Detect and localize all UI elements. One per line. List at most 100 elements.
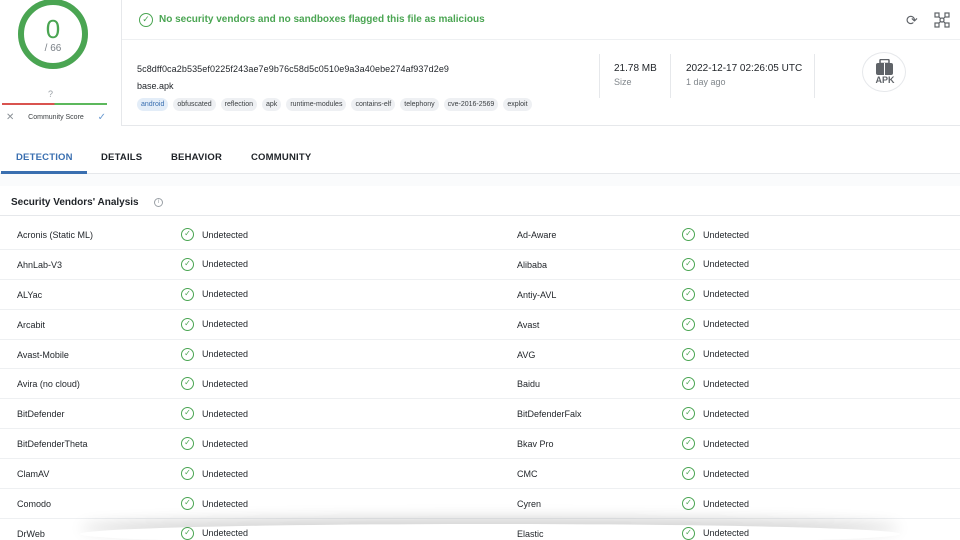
- check-circle-icon: ✓: [181, 317, 194, 331]
- check-circle-icon: ✓: [682, 317, 695, 331]
- vendor-result-text: Undetected: [202, 408, 249, 419]
- file-tags: android obfuscated reflection apk runtim…: [137, 98, 532, 111]
- check-circle-icon: ✓: [139, 13, 153, 27]
- info-icon[interactable]: i: [154, 198, 163, 207]
- tag[interactable]: runtime-modules: [286, 98, 347, 111]
- table-row: Avira (no cloud) ✓ Undetected Baidu ✓ Unde…: [0, 369, 960, 400]
- scroll-shadow: [80, 524, 900, 540]
- vendor-result: ✓ Undetected: [181, 377, 248, 391]
- verdict-text: No security vendors and no sandboxes fla…: [159, 14, 485, 25]
- vendor-name: Acronis (Static ML): [17, 230, 94, 240]
- vendor-name: Bkav Pro: [517, 439, 554, 450]
- check-circle-icon: ✓: [181, 377, 194, 391]
- tag[interactable]: apk: [262, 98, 282, 111]
- section-spacer: [0, 174, 960, 186]
- check-circle-icon: ✓: [682, 287, 695, 301]
- vendor-table: Acronis (Static ML) ✓ Undetected Ad-Aware…: [0, 220, 960, 540]
- vendor-result: ✓ Undetected: [682, 377, 750, 391]
- check-circle-icon: ✓: [181, 437, 194, 451]
- vendor-result-text: Undetected: [703, 319, 750, 330]
- divider: [0, 215, 960, 216]
- vendor-result: ✓ Undetected: [682, 347, 750, 361]
- analysis-age: 1 day ago: [686, 77, 726, 87]
- vendor-name: BitDefenderFalx: [517, 409, 582, 420]
- vendor-name: DrWeb: [17, 528, 45, 539]
- vendor-result: ✓ Undetected: [682, 467, 749, 481]
- vote-malicious-icon[interactable]: ✕: [6, 112, 14, 123]
- table-row: BitDefender ✓ Undetected BitDefenderFalx …: [0, 399, 960, 430]
- community-score-value: ?: [48, 89, 54, 99]
- vendor-name: BitDefenderTheta: [17, 439, 88, 450]
- tag[interactable]: obfuscated: [173, 98, 216, 111]
- vendor-result: ✓ Undetected: [181, 228, 248, 241]
- vendor-result-text: Undetected: [703, 229, 750, 240]
- divider: [814, 54, 815, 98]
- divider: [599, 54, 600, 98]
- check-circle-icon: ✓: [682, 377, 695, 391]
- vendor-result-text: Undetected: [202, 229, 249, 240]
- vendor-result-text: Undetected: [703, 259, 750, 270]
- community-score-bar: [2, 103, 107, 105]
- verdict-banner: ✓ No security vendors and no sandboxes f…: [122, 0, 960, 40]
- analysis-date: 2022-12-17 02:26:05 UTC: [686, 63, 803, 74]
- refresh-icon[interactable]: ⟳: [906, 12, 918, 29]
- check-circle-icon: ✓: [181, 257, 194, 271]
- detection-count: 0: [45, 14, 61, 44]
- tab-bar: DETECTION DETAILS BEHAVIOR COMMUNITY: [0, 126, 960, 174]
- divider: [670, 54, 671, 98]
- vendor-name: AVG: [517, 349, 536, 360]
- table-row: Acronis (Static ML) ✓ Undetected Ad-Aware…: [0, 220, 960, 250]
- table-row: ClamAV ✓ Undetected CMC ✓ Undetected: [0, 459, 960, 490]
- check-circle-icon: ✓: [181, 467, 194, 481]
- tag[interactable]: contains-elf: [351, 98, 396, 111]
- tag[interactable]: android: [137, 98, 169, 111]
- vendor-result-text: Undetected: [703, 438, 750, 449]
- vendor-result-text: Undetected: [703, 349, 750, 360]
- file-hash[interactable]: 5c8dff0ca2b535ef0225f243ae7e9b76c58d5c05…: [137, 64, 449, 74]
- tag[interactable]: exploit: [503, 98, 532, 111]
- table-row: BitDefenderTheta ✓ Undetected Bkav Pro ✓ U…: [0, 429, 960, 460]
- file-size-label: Size: [614, 77, 632, 87]
- vendor-name: Comodo: [17, 499, 52, 510]
- check-circle-icon: ✓: [682, 347, 695, 361]
- vendor-result: ✓ Undetected: [181, 347, 249, 361]
- vendor-name: Cyren: [517, 499, 542, 510]
- file-name: base.apk: [137, 81, 174, 91]
- tag[interactable]: cve-2016-2569: [443, 98, 499, 111]
- table-row: Comodo ✓ Undetected Cyren ✓ Undetected: [0, 489, 960, 519]
- tab-community[interactable]: COMMUNITY: [251, 152, 311, 163]
- vendor-result: ✓ Undetected: [181, 407, 249, 421]
- vendor-name: Avira (no cloud): [17, 379, 80, 390]
- tag[interactable]: telephony: [400, 98, 439, 111]
- detection-score-panel: 0 / 66 ? ✕ Community Score ✓: [0, 0, 122, 126]
- vendor-result-text: Undetected: [703, 378, 750, 389]
- table-row: ALYac ✓ Undetected Antiy-AVL ✓ Undetected: [0, 280, 960, 310]
- vendor-result-text: Undetected: [202, 259, 249, 270]
- vendor-result: ✓ Undetected: [181, 287, 248, 301]
- check-circle-icon: ✓: [181, 347, 194, 361]
- graph-icon[interactable]: [934, 12, 950, 28]
- vendor-result-text: Undetected: [202, 349, 249, 360]
- vendor-name: AhnLab-V3: [17, 259, 63, 270]
- check-circle-icon: ✓: [682, 437, 695, 451]
- vendors-section-title: Security Vendors' Analysis: [11, 197, 139, 208]
- vendor-name: CMC: [517, 469, 538, 480]
- vendor-name: Antiy-AVL: [517, 289, 557, 300]
- vendor-result-text: Undetected: [202, 319, 249, 330]
- tab-detection[interactable]: DETECTION: [16, 152, 73, 163]
- vote-harmless-icon[interactable]: ✓: [98, 112, 106, 123]
- vendor-result-text: Undetected: [202, 498, 249, 509]
- check-circle-icon: ✓: [682, 497, 695, 511]
- vendor-result: ✓ Undetected: [181, 317, 249, 331]
- tab-behavior[interactable]: BEHAVIOR: [171, 152, 222, 163]
- check-circle-icon: ✓: [181, 497, 194, 511]
- community-score-row: ✕ Community Score ✓: [6, 112, 106, 123]
- vendor-name: Ad-Aware: [517, 230, 557, 240]
- vendor-name: Alibaba: [517, 259, 548, 270]
- table-row: AhnLab-V3 ✓ Undetected Alibaba ✓ Undetecte…: [0, 250, 960, 280]
- tab-details[interactable]: DETAILS: [101, 152, 142, 163]
- tag[interactable]: reflection: [220, 98, 258, 111]
- table-row: Arcabit ✓ Undetected Avast ✓ Undetected: [0, 310, 960, 340]
- vendor-result: ✓ Undetected: [682, 437, 750, 451]
- vendor-result: ✓ Undetected: [181, 467, 248, 481]
